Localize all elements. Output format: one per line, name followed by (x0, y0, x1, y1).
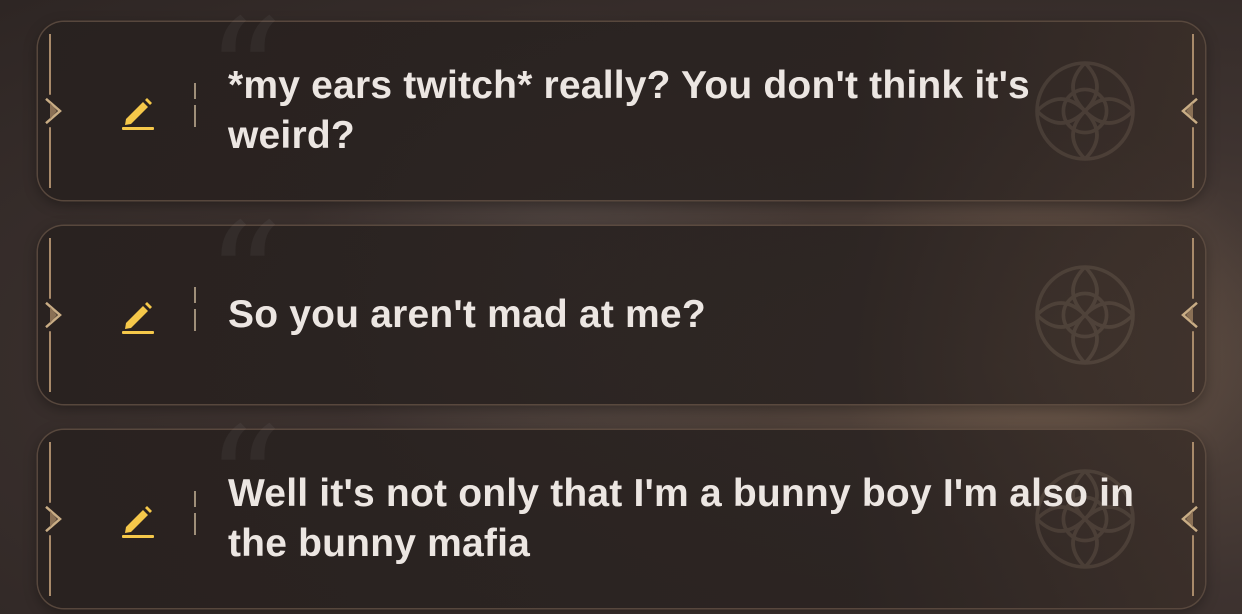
frame-left-ornament (42, 440, 64, 598)
frame-right-ornament (1179, 236, 1201, 394)
reply-option-text: *my ears twitch* really? You don't think… (228, 64, 1030, 157)
pencil-icon[interactable] (116, 89, 160, 133)
reply-options-list: “ *my e (38, 0, 1205, 608)
reply-option[interactable]: “ *my e (38, 0, 1205, 200)
frame-right-ornament (1179, 32, 1201, 190)
reply-option-text: Well it's not only that I'm a bunny boy … (228, 472, 1135, 565)
divider (194, 287, 197, 343)
frame-right-ornament (1179, 440, 1201, 598)
pencil-icon[interactable] (116, 497, 160, 541)
reply-option[interactable]: “ So yo (38, 204, 1205, 404)
divider (194, 83, 197, 139)
pencil-icon[interactable] (116, 293, 160, 337)
frame-left-ornament (42, 32, 64, 190)
divider (194, 491, 197, 547)
reply-option[interactable]: “ Well (38, 408, 1205, 608)
reply-option-text: So you aren't mad at me? (228, 293, 706, 336)
frame-left-ornament (42, 236, 64, 394)
